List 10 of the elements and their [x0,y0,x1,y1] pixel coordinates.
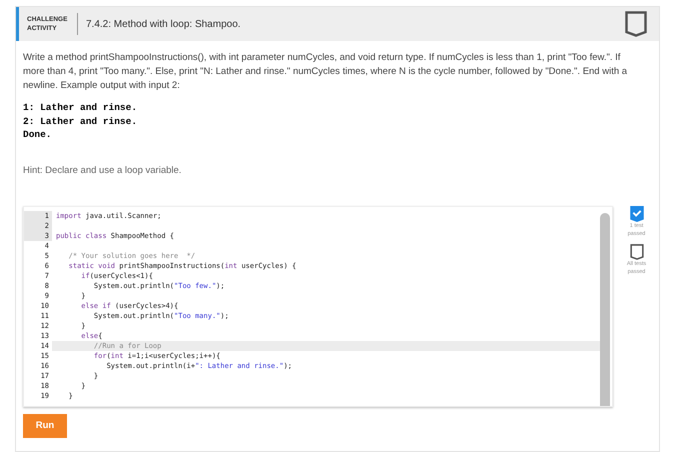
example-output-line: 1: Lather and rinse. [23,101,138,114]
activity-title: 7.4.2: Method with loop: Shampoo. [86,18,242,32]
instructions-text: Write a method printShampooInstructions(), with int parameter numCycles, and void return type. If numCycles is less than 1, print "Too few.". If more than 4, print "Too many.". Else, print "N: Lather and rinse." numCycles times, where N is the cycle number, followed by "Done.". End with a newline. Example output with input 2: [23,51,628,93]
run-button[interactable]: Run [23,414,67,438]
hint-text: Hint: Declare and use a loop variable. [23,164,182,178]
example-output-line: 2: Lather and rinse. [23,114,138,128]
example-output-line: Done. [23,128,53,142]
code-editor[interactable] [23,206,613,407]
bookmark-icon [625,11,647,37]
scrollbar[interactable] [600,212,610,406]
